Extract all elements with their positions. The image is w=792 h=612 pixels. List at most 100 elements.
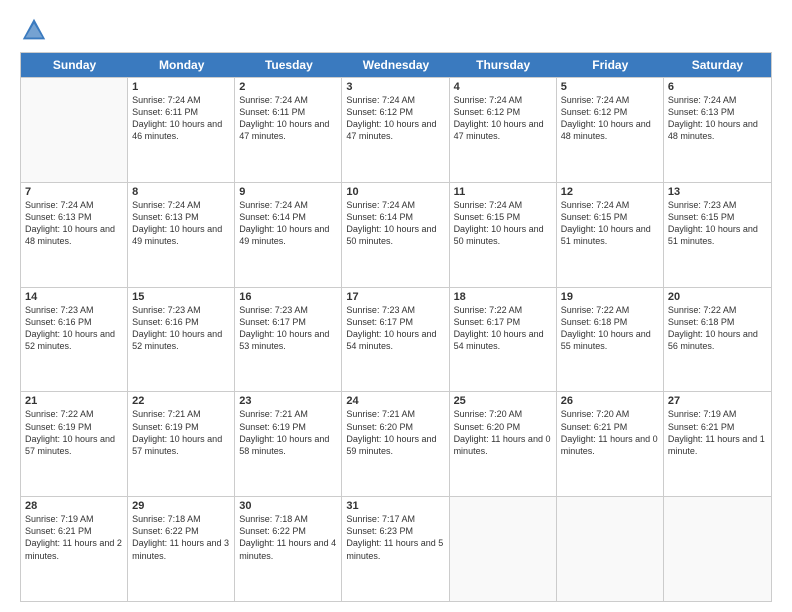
day-number: 2 (239, 81, 337, 93)
calendar-cell: 28Sunrise: 7:19 AM Sunset: 6:21 PM Dayli… (21, 497, 128, 601)
calendar-cell: 27Sunrise: 7:19 AM Sunset: 6:21 PM Dayli… (664, 392, 771, 496)
calendar-header-cell: Thursday (450, 53, 557, 77)
calendar-cell: 2Sunrise: 7:24 AM Sunset: 6:11 PM Daylig… (235, 78, 342, 182)
calendar-cell: 3Sunrise: 7:24 AM Sunset: 6:12 PM Daylig… (342, 78, 449, 182)
day-number: 13 (668, 186, 767, 198)
calendar-row: 14Sunrise: 7:23 AM Sunset: 6:16 PM Dayli… (21, 287, 771, 392)
day-info: Sunrise: 7:24 AM Sunset: 6:12 PM Dayligh… (454, 94, 552, 143)
calendar-cell: 7Sunrise: 7:24 AM Sunset: 6:13 PM Daylig… (21, 183, 128, 287)
day-info: Sunrise: 7:20 AM Sunset: 6:20 PM Dayligh… (454, 408, 552, 457)
day-number: 31 (346, 500, 444, 512)
day-number: 15 (132, 291, 230, 303)
day-info: Sunrise: 7:22 AM Sunset: 6:18 PM Dayligh… (561, 304, 659, 353)
calendar-cell: 29Sunrise: 7:18 AM Sunset: 6:22 PM Dayli… (128, 497, 235, 601)
day-number: 23 (239, 395, 337, 407)
day-info: Sunrise: 7:17 AM Sunset: 6:23 PM Dayligh… (346, 513, 444, 562)
day-info: Sunrise: 7:24 AM Sunset: 6:14 PM Dayligh… (239, 199, 337, 248)
day-number: 22 (132, 395, 230, 407)
calendar-cell: 18Sunrise: 7:22 AM Sunset: 6:17 PM Dayli… (450, 288, 557, 392)
calendar-cell (21, 78, 128, 182)
calendar-row: 1Sunrise: 7:24 AM Sunset: 6:11 PM Daylig… (21, 77, 771, 182)
day-number: 6 (668, 81, 767, 93)
day-number: 17 (346, 291, 444, 303)
day-info: Sunrise: 7:23 AM Sunset: 6:16 PM Dayligh… (132, 304, 230, 353)
calendar-cell: 25Sunrise: 7:20 AM Sunset: 6:20 PM Dayli… (450, 392, 557, 496)
calendar-cell: 23Sunrise: 7:21 AM Sunset: 6:19 PM Dayli… (235, 392, 342, 496)
day-info: Sunrise: 7:22 AM Sunset: 6:18 PM Dayligh… (668, 304, 767, 353)
calendar: SundayMondayTuesdayWednesdayThursdayFrid… (20, 52, 772, 602)
day-number: 16 (239, 291, 337, 303)
calendar-cell: 26Sunrise: 7:20 AM Sunset: 6:21 PM Dayli… (557, 392, 664, 496)
day-info: Sunrise: 7:24 AM Sunset: 6:15 PM Dayligh… (454, 199, 552, 248)
calendar-cell: 6Sunrise: 7:24 AM Sunset: 6:13 PM Daylig… (664, 78, 771, 182)
day-number: 7 (25, 186, 123, 198)
day-info: Sunrise: 7:24 AM Sunset: 6:13 PM Dayligh… (132, 199, 230, 248)
day-number: 10 (346, 186, 444, 198)
calendar-cell: 20Sunrise: 7:22 AM Sunset: 6:18 PM Dayli… (664, 288, 771, 392)
day-info: Sunrise: 7:24 AM Sunset: 6:13 PM Dayligh… (668, 94, 767, 143)
day-info: Sunrise: 7:18 AM Sunset: 6:22 PM Dayligh… (132, 513, 230, 562)
day-info: Sunrise: 7:22 AM Sunset: 6:19 PM Dayligh… (25, 408, 123, 457)
day-number: 20 (668, 291, 767, 303)
calendar-row: 7Sunrise: 7:24 AM Sunset: 6:13 PM Daylig… (21, 182, 771, 287)
day-number: 3 (346, 81, 444, 93)
day-number: 14 (25, 291, 123, 303)
calendar-cell: 9Sunrise: 7:24 AM Sunset: 6:14 PM Daylig… (235, 183, 342, 287)
day-number: 18 (454, 291, 552, 303)
day-info: Sunrise: 7:24 AM Sunset: 6:15 PM Dayligh… (561, 199, 659, 248)
calendar-cell (664, 497, 771, 601)
page: SundayMondayTuesdayWednesdayThursdayFrid… (0, 0, 792, 612)
calendar-cell (450, 497, 557, 601)
day-info: Sunrise: 7:22 AM Sunset: 6:17 PM Dayligh… (454, 304, 552, 353)
calendar-cell: 30Sunrise: 7:18 AM Sunset: 6:22 PM Dayli… (235, 497, 342, 601)
calendar-header: SundayMondayTuesdayWednesdayThursdayFrid… (21, 53, 771, 77)
logo-icon (20, 16, 48, 44)
calendar-cell: 4Sunrise: 7:24 AM Sunset: 6:12 PM Daylig… (450, 78, 557, 182)
day-number: 1 (132, 81, 230, 93)
day-info: Sunrise: 7:24 AM Sunset: 6:14 PM Dayligh… (346, 199, 444, 248)
calendar-cell: 22Sunrise: 7:21 AM Sunset: 6:19 PM Dayli… (128, 392, 235, 496)
day-number: 27 (668, 395, 767, 407)
calendar-cell: 12Sunrise: 7:24 AM Sunset: 6:15 PM Dayli… (557, 183, 664, 287)
day-number: 29 (132, 500, 230, 512)
calendar-row: 28Sunrise: 7:19 AM Sunset: 6:21 PM Dayli… (21, 496, 771, 601)
day-number: 5 (561, 81, 659, 93)
calendar-header-cell: Saturday (664, 53, 771, 77)
day-info: Sunrise: 7:24 AM Sunset: 6:12 PM Dayligh… (561, 94, 659, 143)
calendar-cell: 16Sunrise: 7:23 AM Sunset: 6:17 PM Dayli… (235, 288, 342, 392)
day-number: 28 (25, 500, 123, 512)
calendar-cell: 14Sunrise: 7:23 AM Sunset: 6:16 PM Dayli… (21, 288, 128, 392)
calendar-cell: 15Sunrise: 7:23 AM Sunset: 6:16 PM Dayli… (128, 288, 235, 392)
day-number: 26 (561, 395, 659, 407)
day-info: Sunrise: 7:21 AM Sunset: 6:19 PM Dayligh… (239, 408, 337, 457)
logo (20, 16, 52, 44)
day-number: 21 (25, 395, 123, 407)
calendar-cell: 10Sunrise: 7:24 AM Sunset: 6:14 PM Dayli… (342, 183, 449, 287)
day-info: Sunrise: 7:23 AM Sunset: 6:17 PM Dayligh… (346, 304, 444, 353)
day-number: 19 (561, 291, 659, 303)
day-number: 30 (239, 500, 337, 512)
day-info: Sunrise: 7:19 AM Sunset: 6:21 PM Dayligh… (25, 513, 123, 562)
day-number: 9 (239, 186, 337, 198)
day-info: Sunrise: 7:18 AM Sunset: 6:22 PM Dayligh… (239, 513, 337, 562)
calendar-cell (557, 497, 664, 601)
calendar-cell: 1Sunrise: 7:24 AM Sunset: 6:11 PM Daylig… (128, 78, 235, 182)
calendar-cell: 17Sunrise: 7:23 AM Sunset: 6:17 PM Dayli… (342, 288, 449, 392)
calendar-header-cell: Friday (557, 53, 664, 77)
day-info: Sunrise: 7:23 AM Sunset: 6:15 PM Dayligh… (668, 199, 767, 248)
day-info: Sunrise: 7:20 AM Sunset: 6:21 PM Dayligh… (561, 408, 659, 457)
day-info: Sunrise: 7:23 AM Sunset: 6:16 PM Dayligh… (25, 304, 123, 353)
day-number: 25 (454, 395, 552, 407)
calendar-header-cell: Wednesday (342, 53, 449, 77)
calendar-cell: 8Sunrise: 7:24 AM Sunset: 6:13 PM Daylig… (128, 183, 235, 287)
day-number: 12 (561, 186, 659, 198)
calendar-cell: 13Sunrise: 7:23 AM Sunset: 6:15 PM Dayli… (664, 183, 771, 287)
day-info: Sunrise: 7:24 AM Sunset: 6:11 PM Dayligh… (239, 94, 337, 143)
calendar-cell: 24Sunrise: 7:21 AM Sunset: 6:20 PM Dayli… (342, 392, 449, 496)
day-info: Sunrise: 7:24 AM Sunset: 6:13 PM Dayligh… (25, 199, 123, 248)
calendar-cell: 5Sunrise: 7:24 AM Sunset: 6:12 PM Daylig… (557, 78, 664, 182)
day-number: 4 (454, 81, 552, 93)
calendar-body: 1Sunrise: 7:24 AM Sunset: 6:11 PM Daylig… (21, 77, 771, 601)
day-info: Sunrise: 7:24 AM Sunset: 6:11 PM Dayligh… (132, 94, 230, 143)
day-info: Sunrise: 7:24 AM Sunset: 6:12 PM Dayligh… (346, 94, 444, 143)
